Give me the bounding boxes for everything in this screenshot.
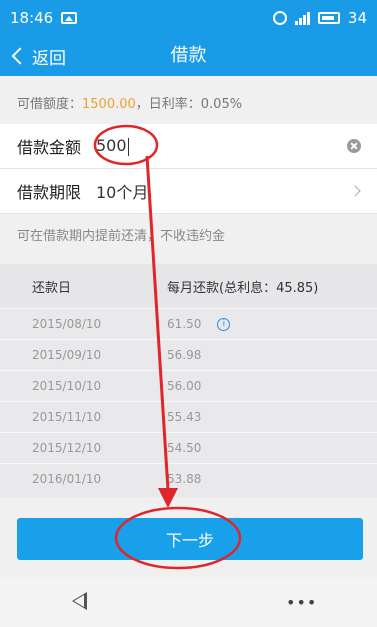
clear-icon[interactable] — [347, 139, 361, 153]
quota-rate: ，日利率：0.05% — [135, 97, 243, 112]
term-row[interactable]: 借款期限 10个月 — [0, 169, 377, 214]
row-amount-cell: 61.50 i — [167, 317, 377, 331]
info-icon[interactable]: i — [217, 318, 231, 331]
term-label: 借款期限 — [17, 183, 82, 202]
row-amount: 55.43 — [167, 410, 202, 424]
quota-amount: 1500.00 — [82, 97, 136, 112]
chevron-right-icon — [349, 185, 361, 197]
status-time: 18:46 — [10, 9, 54, 27]
table-row: 2015/10/10 56.00 — [0, 370, 377, 401]
footer-area: 下一步 — [0, 497, 377, 577]
battery-level: 34 — [347, 9, 367, 27]
row-date: 2015/10/10 — [32, 379, 102, 393]
amount-label: 借款金额 — [17, 138, 82, 157]
repayment-table: 还款日 每月还款(总利息：45.85) 2015/08/10 61.50 i 20… — [0, 264, 377, 497]
prepay-tip: 可在借款期内提前还清，不收违约金 — [17, 229, 226, 244]
table-row: 2015/12/10 54.50 — [0, 432, 377, 463]
system-nav-bar: ••• — [0, 577, 377, 627]
table-row: 2016/01/10 53.88 — [0, 463, 377, 494]
row-amount: 56.00 — [167, 379, 202, 393]
signal-icon — [294, 11, 310, 25]
chevron-left-icon — [11, 47, 29, 65]
amount-value: 500 — [96, 136, 127, 156]
table-row: 2015/09/10 56.98 — [0, 339, 377, 370]
term-value: 10个月 — [96, 183, 149, 202]
text-cursor — [127, 137, 129, 156]
table-row: 2015/11/10 55.43 — [0, 401, 377, 432]
alarm-icon — [272, 11, 287, 25]
amount-input[interactable]: 500 — [96, 136, 347, 156]
row-amount: 53.88 — [167, 472, 202, 486]
header-date: 还款日 — [32, 280, 72, 296]
system-back-icon[interactable] — [72, 592, 87, 610]
status-bar: 18:46 34 — [0, 0, 377, 36]
status-icons: 34 — [272, 9, 367, 27]
row-amount: 54.50 — [167, 441, 202, 455]
quota-line: 可借额度：1500.00，日利率：0.05% — [0, 76, 377, 124]
row-date: 2016/01/10 — [32, 472, 102, 486]
battery-icon — [317, 12, 340, 24]
row-date: 2015/09/10 — [32, 348, 102, 362]
row-date: 2015/11/10 — [32, 410, 102, 424]
next-button[interactable]: 下一步 — [17, 518, 363, 560]
back-label: 返回 — [32, 48, 66, 69]
table-header: 还款日 每月还款(总利息：45.85) — [0, 264, 377, 308]
back-button[interactable]: 返回 — [10, 36, 66, 76]
image-notification-icon — [61, 12, 78, 24]
row-amount: 56.98 — [167, 348, 202, 362]
quota-prefix: 可借额度： — [17, 97, 83, 112]
header-amount: 每月还款(总利息：45.85) — [167, 280, 319, 296]
row-amount: 61.50 — [167, 317, 202, 331]
more-icon[interactable]: ••• — [286, 593, 317, 612]
table-row: 2015/08/10 61.50 i — [0, 308, 377, 339]
row-date: 2015/12/10 — [32, 441, 102, 455]
nav-bar: 返回 借款 — [0, 36, 377, 76]
amount-row[interactable]: 借款金额 500 — [0, 124, 377, 169]
row-date: 2015/08/10 — [32, 317, 102, 331]
